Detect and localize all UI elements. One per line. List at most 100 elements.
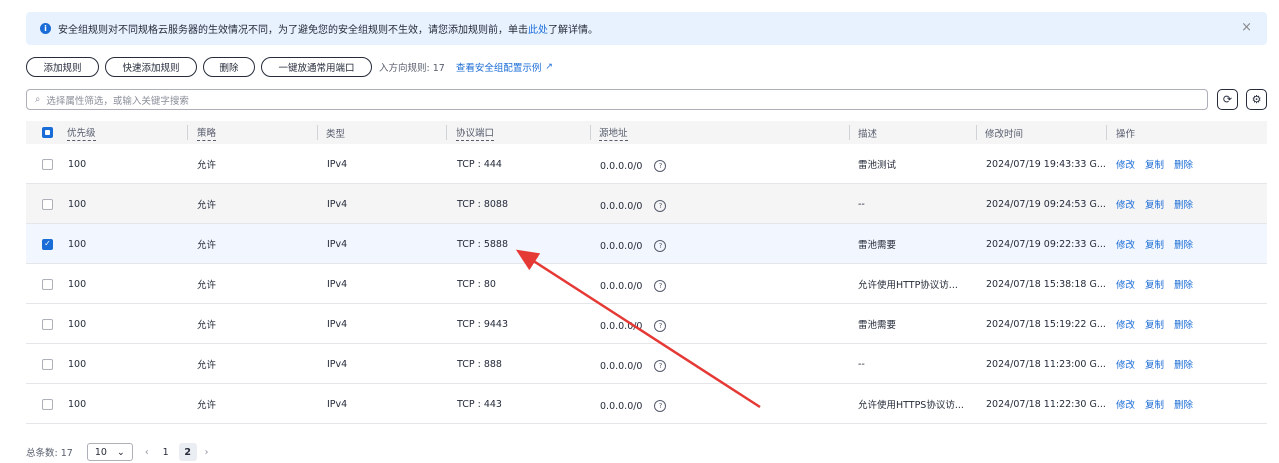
next-page-icon[interactable]: › (205, 447, 209, 458)
copy-link[interactable]: 复制 (1145, 277, 1164, 291)
delete-button[interactable]: 删除 (203, 57, 255, 77)
edit-link[interactable]: 修改 (1116, 277, 1135, 291)
row-checkbox[interactable] (42, 158, 53, 170)
delete-link[interactable]: 删除 (1174, 397, 1193, 411)
modified-cell: 2024/07/18 11:22:30 G... (986, 398, 1106, 410)
port-cell: TCP : 5888 (457, 238, 509, 250)
edit-link[interactable]: 修改 (1116, 317, 1135, 331)
copy-link[interactable]: 复制 (1145, 237, 1164, 251)
source-cell: 0.0.0.0/0 (600, 400, 643, 412)
page-2[interactable]: 2 (178, 443, 197, 461)
port-cell: TCP : 444 (457, 158, 502, 170)
table-row[interactable]: 100 允许 IPv4 TCP : 443 0.0.0.0/0? 允许使用HTTPS协议访… (26, 384, 1267, 424)
refresh-button[interactable]: ⟳ (1217, 89, 1238, 110)
source-cell: 0.0.0.0/0 (600, 200, 643, 212)
add-rule-button[interactable]: 添加规则 (26, 57, 99, 77)
desc-cell: 雷池需要 (858, 240, 897, 251)
col-policy[interactable]: 策略 (197, 125, 217, 141)
policy-cell: 允许 (197, 320, 217, 331)
table-row[interactable]: 100 允许 IPv4 TCP : 888 0.0.0.0/0? -- 2024/07/18… (26, 344, 1267, 384)
modified-cell: 2024/07/19 19:43:33 G... (986, 158, 1106, 170)
port-cell: TCP : 443 (457, 398, 502, 410)
table-header: 优先级 策略 类型 协议端口 源地址 描述 修改时间 操作 (26, 121, 1267, 144)
row-checkbox[interactable] (42, 198, 53, 210)
delete-link[interactable]: 删除 (1174, 357, 1193, 371)
table-row[interactable]: 100 允许 IPv4 TCP : 444 0.0.0.0/0? 雷池测试 2024/07/… (26, 144, 1267, 184)
col-port[interactable]: 协议端口 (456, 125, 495, 141)
delete-link[interactable]: 删除 (1174, 197, 1193, 211)
table-row[interactable]: 100 允许 IPv4 TCP : 80 0.0.0.0/0? 允许使用HTTP协议访..… (26, 264, 1267, 304)
config-example-link[interactable]: 查看安全组配置示例 ↗ (456, 60, 553, 74)
help-icon[interactable]: ? (654, 320, 667, 332)
help-icon[interactable]: ? (654, 360, 667, 372)
copy-link[interactable]: 复制 (1145, 357, 1164, 371)
policy-cell: 允许 (197, 200, 217, 211)
copy-link[interactable]: 复制 (1145, 397, 1164, 411)
modified-cell: 2024/07/19 09:22:33 G... (986, 238, 1106, 250)
edit-link[interactable]: 修改 (1116, 397, 1135, 411)
help-icon[interactable]: ? (654, 200, 667, 212)
type-cell: IPv4 (327, 198, 348, 210)
modified-cell: 2024/07/18 15:38:18 G... (986, 278, 1106, 290)
port-cell: TCP : 9443 (457, 318, 509, 330)
search-icon: ⌕ (35, 94, 41, 105)
help-icon[interactable]: ? (654, 280, 667, 292)
source-cell: 0.0.0.0/0 (600, 320, 643, 332)
select-all-checkbox[interactable] (42, 127, 53, 138)
notice-banner: i 安全组规则对不同规格云服务器的生效情况不同，为了避免您的安全组规则不生效，请… (26, 12, 1267, 45)
modified-cell: 2024/07/18 11:23:00 G... (986, 358, 1106, 370)
prev-page-icon[interactable]: ‹ (145, 447, 149, 458)
delete-link[interactable]: 删除 (1174, 277, 1193, 291)
search-input[interactable]: ⌕ 选择属性筛选，或输入关键字搜索 (26, 89, 1208, 110)
copy-link[interactable]: 复制 (1145, 157, 1164, 171)
delete-link[interactable]: 删除 (1174, 317, 1193, 331)
desc-cell: -- (858, 198, 865, 210)
col-modified: 修改时间 (985, 128, 1024, 140)
priority-cell: 100 (68, 358, 87, 370)
delete-link[interactable]: 删除 (1174, 237, 1193, 251)
source-cell: 0.0.0.0/0 (600, 240, 643, 252)
pagination: 总条数: 17 10 ⌄ ‹ 1 2 › (26, 443, 208, 461)
col-priority[interactable]: 优先级 (67, 125, 96, 141)
allow-common-ports-button[interactable]: 一键放通常用端口 (261, 57, 372, 77)
settings-button[interactable]: ⚙ (1246, 89, 1267, 110)
col-source[interactable]: 源地址 (599, 125, 628, 141)
search-placeholder: 选择属性筛选，或输入关键字搜索 (46, 95, 189, 107)
row-checkbox[interactable] (42, 398, 53, 410)
inbound-rule-count: 入方向规则: 17 (379, 63, 445, 74)
edit-link[interactable]: 修改 (1116, 237, 1135, 251)
help-icon[interactable]: ? (654, 240, 667, 252)
table-row[interactable]: 100 允许 IPv4 TCP : 8088 0.0.0.0/0? -- 2024/07/1… (26, 184, 1267, 224)
copy-link[interactable]: 复制 (1145, 317, 1164, 331)
help-icon[interactable]: ? (654, 160, 667, 172)
external-link-icon: ↗ (545, 62, 553, 72)
type-cell: IPv4 (327, 158, 348, 170)
chevron-down-icon: ⌄ (116, 446, 125, 458)
config-example-link-label: 查看安全组配置示例 (455, 63, 542, 74)
page-1[interactable]: 1 (157, 443, 175, 461)
type-cell: IPv4 (327, 278, 348, 290)
edit-link[interactable]: 修改 (1116, 197, 1135, 211)
row-checkbox[interactable] (42, 278, 53, 290)
desc-cell: 允许使用HTTPS协议访... (858, 400, 964, 411)
policy-cell: 允许 (197, 160, 217, 171)
table-row[interactable]: 100 允许 IPv4 TCP : 9443 0.0.0.0/0? 雷池需要 2024/07… (26, 304, 1267, 344)
row-checkbox[interactable]: ✓ (42, 238, 53, 250)
port-cell: TCP : 80 (457, 278, 496, 290)
policy-cell: 允许 (197, 360, 217, 371)
close-icon[interactable]: × (1241, 20, 1252, 35)
notice-link[interactable]: 此处 (528, 21, 548, 36)
edit-link[interactable]: 修改 (1116, 157, 1135, 171)
copy-link[interactable]: 复制 (1145, 197, 1164, 211)
row-checkbox[interactable] (42, 358, 53, 370)
quick-add-rule-button[interactable]: 快速添加规则 (105, 57, 197, 77)
priority-cell: 100 (68, 238, 87, 250)
page-size-select[interactable]: 10 ⌄ (86, 443, 133, 461)
rules-table: 优先级 策略 类型 协议端口 源地址 描述 修改时间 操作 100 允许 IPv4 T… (26, 121, 1267, 424)
edit-link[interactable]: 修改 (1116, 357, 1135, 371)
help-icon[interactable]: ? (654, 400, 667, 412)
row-checkbox[interactable] (42, 318, 53, 330)
type-cell: IPv4 (327, 398, 348, 410)
table-row[interactable]: ✓ 100 允许 IPv4 TCP : 5888 0.0.0.0/0? 雷池需要 2024/0… (26, 224, 1267, 264)
delete-link[interactable]: 删除 (1174, 157, 1193, 171)
